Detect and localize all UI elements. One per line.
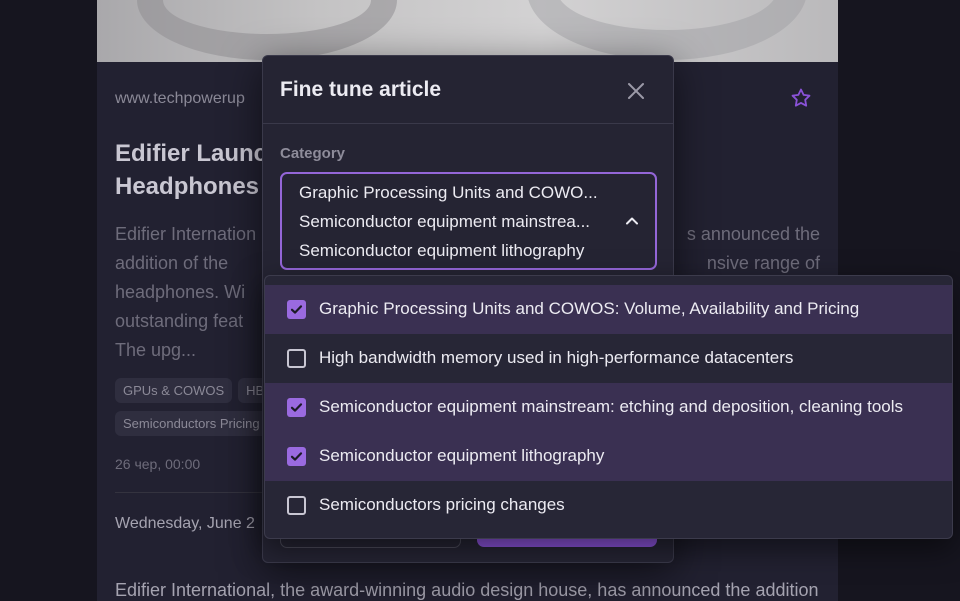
- modal-title: Fine tune article: [280, 78, 442, 101]
- article-body: Edifier International, the award-winning…: [115, 580, 819, 600]
- check-icon: [290, 305, 303, 314]
- category-select[interactable]: Graphic Processing Units and COWO... Sem…: [280, 172, 657, 270]
- checkbox[interactable]: [287, 349, 306, 368]
- dropdown-option[interactable]: Semiconductor equipment mainstream: etch…: [265, 383, 952, 432]
- checkbox[interactable]: [287, 398, 306, 417]
- article-date: 26 чер, 00:00: [115, 456, 201, 472]
- article-published-date: Wednesday, June 2: [115, 515, 255, 532]
- category-label: Category: [280, 145, 346, 162]
- option-label: Semiconductors pricing changes: [319, 495, 565, 514]
- dropdown-option[interactable]: Semiconductor equipment lithography: [265, 432, 952, 481]
- option-label: Semiconductor equipment mainstream: etch…: [319, 397, 904, 416]
- selected-value: Semiconductor equipment lithography: [299, 241, 585, 260]
- selected-value: Graphic Processing Units and COWO...: [299, 183, 598, 202]
- close-icon[interactable]: [625, 80, 647, 102]
- app-stage: www.techpowerup Edifier Launc Headphones…: [0, 0, 960, 601]
- chevron-up-icon[interactable]: [623, 212, 641, 230]
- dropdown-option[interactable]: Graphic Processing Units and COWOS: Volu…: [265, 285, 952, 334]
- dropdown-option[interactable]: Semiconductors pricing changes: [265, 481, 952, 530]
- option-label: High bandwidth memory used in high-perfo…: [319, 348, 794, 367]
- checkbox[interactable]: [287, 447, 306, 466]
- selected-values: Graphic Processing Units and COWO... Sem…: [299, 182, 609, 269]
- option-label: Graphic Processing Units and COWOS: Volu…: [319, 299, 860, 318]
- option-label: Semiconductor equipment lithography: [319, 446, 605, 465]
- article-source[interactable]: www.techpowerup: [115, 90, 245, 108]
- checkbox[interactable]: [287, 300, 306, 319]
- star-icon[interactable]: [789, 86, 813, 110]
- dropdown-option[interactable]: High bandwidth memory used in high-perfo…: [265, 334, 952, 383]
- selected-value: Semiconductor equipment mainstrea...: [299, 212, 591, 231]
- check-icon: [290, 403, 303, 412]
- checkbox[interactable]: [287, 496, 306, 515]
- category-dropdown: Graphic Processing Units and COWOS: Volu…: [264, 275, 953, 539]
- divider: [263, 123, 673, 124]
- tag[interactable]: Semiconductors Pricing: [115, 411, 268, 436]
- article-image: [97, 0, 838, 62]
- tag[interactable]: GPUs & COWOS: [115, 378, 233, 403]
- check-icon: [290, 452, 303, 461]
